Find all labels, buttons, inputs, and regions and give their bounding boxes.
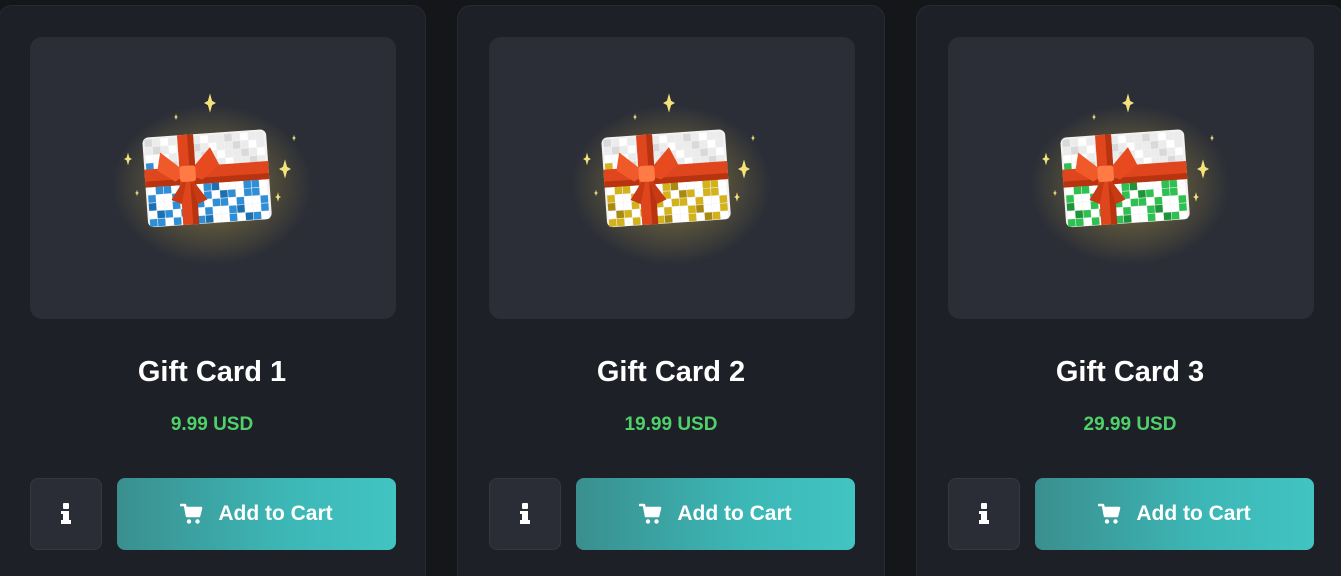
product-image[interactable] (489, 37, 855, 319)
product-title: Gift Card 2 (596, 356, 746, 388)
product-price: 19.99 USD (624, 414, 718, 435)
info-button[interactable] (489, 478, 561, 550)
product-title: Gift Card 1 (137, 356, 287, 388)
info-icon (520, 503, 530, 525)
add-to-cart-button[interactable]: Add to Cart (576, 478, 855, 550)
product-price: 29.99 USD (1083, 414, 1177, 435)
product-image[interactable] (30, 37, 396, 319)
gift-card-image (571, 93, 771, 265)
gift-card-image (1030, 93, 1230, 265)
product-card: Gift Card 3 29.99 USD Add to Cart (916, 5, 1341, 576)
product-title: Gift Card 3 (1055, 356, 1205, 388)
gift-card-image (112, 93, 312, 265)
info-icon (61, 503, 71, 525)
product-image[interactable] (948, 37, 1314, 319)
add-to-cart-label: Add to Cart (1136, 502, 1251, 525)
add-to-cart-button[interactable]: Add to Cart (1035, 478, 1314, 550)
cart-icon (180, 503, 203, 524)
add-to-cart-label: Add to Cart (218, 502, 333, 525)
cart-icon (639, 503, 662, 524)
add-to-cart-label: Add to Cart (677, 502, 792, 525)
product-card: Gift Card 2 19.99 USD Add to Cart (457, 5, 885, 576)
info-icon (979, 503, 989, 525)
gift-card (601, 129, 731, 228)
product-price: 9.99 USD (170, 414, 254, 435)
info-button[interactable] (30, 478, 102, 550)
product-grid: Gift Card 1 9.99 USD Add to Cart Gift Ca… (0, 0, 1341, 576)
product-card: Gift Card 1 9.99 USD Add to Cart (0, 5, 426, 576)
cart-icon (1098, 503, 1121, 524)
add-to-cart-button[interactable]: Add to Cart (117, 478, 396, 550)
gift-card (142, 129, 272, 228)
gift-card (1060, 129, 1190, 228)
info-button[interactable] (948, 478, 1020, 550)
